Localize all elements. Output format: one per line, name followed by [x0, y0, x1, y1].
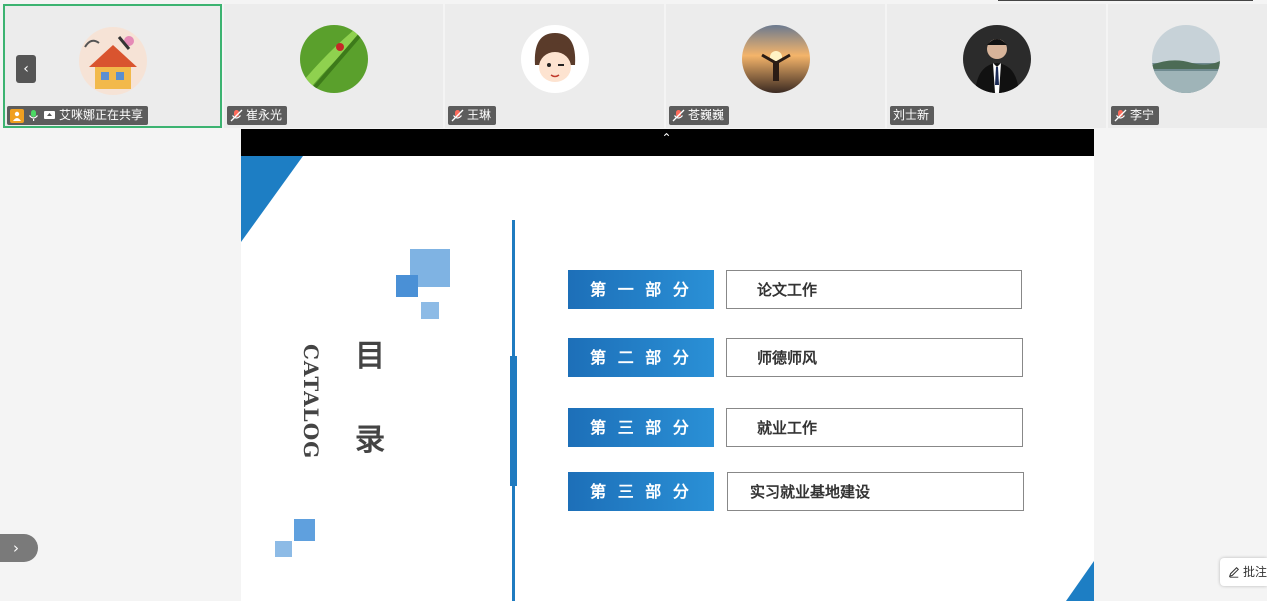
decor-square [396, 275, 418, 297]
person-icon [10, 108, 24, 123]
mic-muted-icon [451, 109, 464, 122]
decor-square [275, 541, 292, 557]
mic-muted-icon [1114, 109, 1127, 122]
window-edge-line [998, 0, 1253, 1]
presentation-slide: CATALOG 目 录 第 一 部 分 论文工作 第 二 部 分 师德师风 第 … [241, 156, 1094, 601]
participant-tile[interactable]: 苍巍巍 [666, 4, 885, 128]
title-char: 目 [355, 339, 385, 374]
corner-decoration [241, 156, 303, 242]
catalog-item-label: 第 三 部 分 [568, 472, 714, 511]
catalog-item-text: 实习就业基地建设 [727, 472, 1024, 511]
avatar [520, 25, 589, 93]
catalog-item-text: 论文工作 [726, 270, 1022, 309]
participant-nametag: 崔永光 [227, 106, 288, 125]
catalog-title-en: CATALOG [299, 344, 323, 460]
participant-name: 艾咪娜正在共享 [59, 108, 144, 122]
annotate-button[interactable]: 批注 [1220, 558, 1267, 586]
participant-tile[interactable]: 刘士新 [887, 4, 1106, 128]
pen-icon [1228, 566, 1239, 578]
annotate-label: 批注 [1242, 565, 1267, 579]
shared-screen: ⌃ CATALOG 目 录 第 一 部 分 论文工作 第 二 部 分 师德师风 … [241, 129, 1094, 601]
catalog-item-text: 师德师风 [726, 338, 1023, 377]
avatar [1152, 25, 1220, 93]
participant-name: 刘士新 [893, 108, 930, 122]
participant-nametag: 刘士新 [890, 106, 935, 125]
participant-tile[interactable]: 李宁 [1108, 4, 1267, 128]
participant-name: 崔永光 [246, 108, 283, 122]
mic-icon [29, 110, 38, 121]
catalog-item-label: 第 一 部 分 [568, 270, 714, 309]
strip-previous-button[interactable]: ‹ [16, 55, 36, 83]
participant-nametag: 李宁 [1111, 106, 1160, 125]
participant-nametag: 艾咪娜正在共享 [7, 106, 149, 125]
participant-tile[interactable]: 崔永光 [224, 4, 443, 128]
participant-name: 王琳 [467, 108, 492, 122]
shared-screen-toolbar: ⌃ [241, 129, 1094, 156]
participant-name: 苍巍巍 [688, 108, 725, 122]
decor-square [294, 519, 315, 541]
avatar [299, 25, 368, 93]
participant-nametag: 王琳 [448, 106, 497, 125]
meeting-window: ‹ 艾咪娜正在共享 崔永光 王琳 苍巍巍 刘士新 李宁 ⌃ CATALOG 目 … [0, 0, 1267, 601]
catalog-item-label: 第 二 部 分 [568, 338, 714, 377]
catalog-item-text: 就业工作 [726, 408, 1023, 447]
collapse-strip-button[interactable]: ⌃ [662, 131, 672, 145]
catalog-item-label: 第 三 部 分 [568, 408, 714, 447]
avatar [962, 25, 1031, 93]
expand-panel-button[interactable]: › [0, 534, 38, 562]
screen-share-icon [44, 111, 55, 119]
participant-tile-sharer[interactable]: ‹ 艾咪娜正在共享 [3, 4, 222, 128]
participant-strip: ‹ 艾咪娜正在共享 崔永光 王琳 苍巍巍 刘士新 李宁 [0, 4, 1267, 129]
avatar [741, 25, 810, 93]
mic-muted-icon [230, 109, 243, 122]
title-char: 录 [355, 423, 385, 458]
participant-name: 李宁 [1130, 108, 1155, 122]
participant-tile[interactable]: 王琳 [445, 4, 664, 128]
mic-muted-icon [672, 109, 685, 122]
divider-accent [510, 356, 517, 486]
participant-nametag: 苍巍巍 [669, 106, 730, 125]
catalog-title-cn: 目 录 [353, 336, 387, 462]
avatar [78, 27, 147, 95]
decor-square [421, 302, 439, 319]
corner-decoration [1066, 561, 1094, 601]
